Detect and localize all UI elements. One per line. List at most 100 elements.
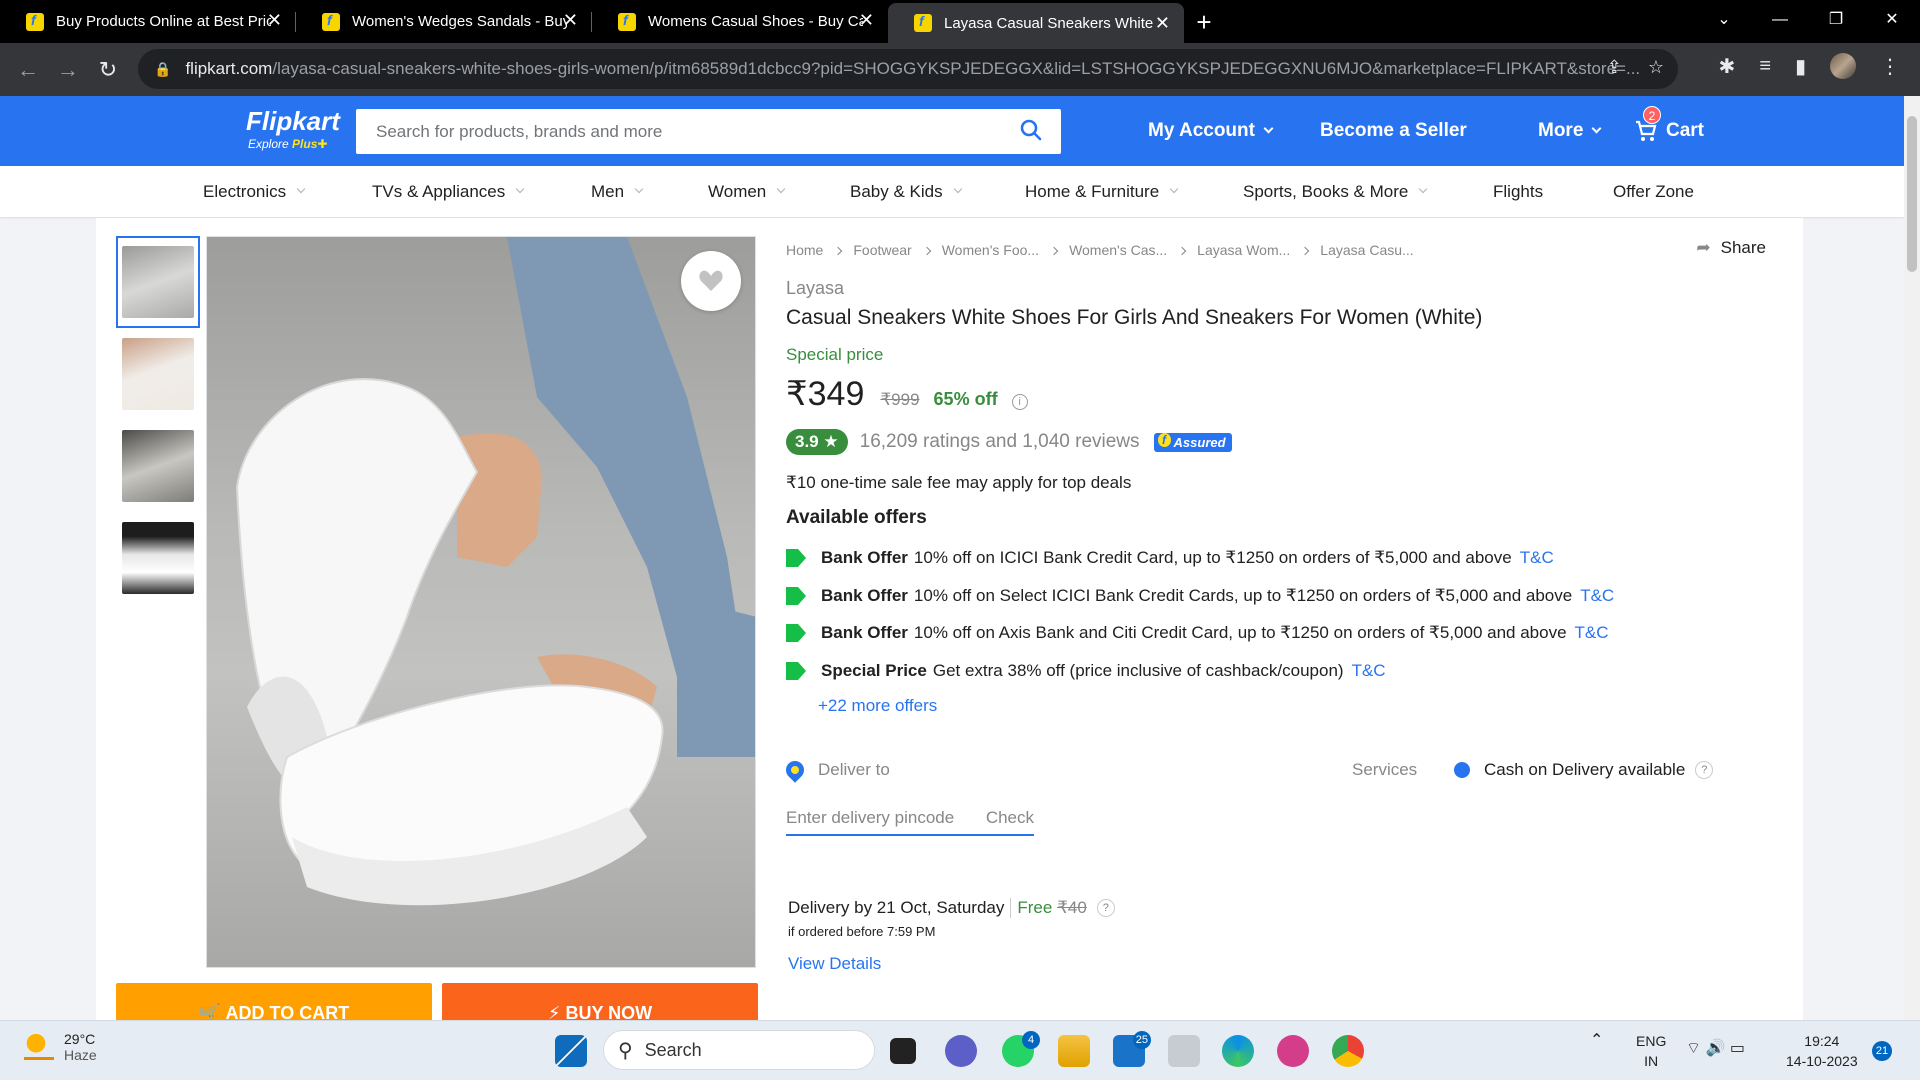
teams-chat-icon[interactable] bbox=[945, 1035, 977, 1067]
help-icon[interactable]: ? bbox=[1096, 899, 1115, 917]
breadcrumb-item[interactable]: Home bbox=[786, 242, 823, 258]
view-details-link[interactable]: View Details bbox=[788, 954, 881, 974]
become-seller-link[interactable]: Become a Seller bbox=[1320, 96, 1467, 166]
category-women[interactable]: Women bbox=[708, 166, 786, 217]
my-account-menu[interactable]: My Account bbox=[1148, 96, 1274, 166]
category-flights[interactable]: Flights bbox=[1493, 166, 1543, 217]
chevron-down-icon bbox=[516, 184, 525, 194]
notification-badge[interactable]: 21 bbox=[1872, 1041, 1892, 1061]
star-icon: ★ bbox=[823, 432, 839, 451]
category-men[interactable]: Men bbox=[591, 166, 644, 217]
forward-icon[interactable]: → bbox=[48, 57, 88, 83]
share-button[interactable]: ➦ Share bbox=[1696, 238, 1766, 258]
notepad-icon[interactable] bbox=[1168, 1035, 1200, 1067]
more-offers-link[interactable]: +22 more offers bbox=[818, 696, 937, 716]
close-window-icon[interactable]: ✕ bbox=[1864, 0, 1920, 40]
category-offer-zone[interactable]: Offer Zone bbox=[1613, 166, 1694, 217]
edge-icon[interactable] bbox=[1222, 1035, 1254, 1067]
browser-menu-icon[interactable]: ⋮ bbox=[1880, 54, 1900, 79]
category-sports-books[interactable]: Sports, Books & More bbox=[1243, 166, 1428, 217]
special-price-label: Special price bbox=[786, 345, 884, 364]
category-baby-kids[interactable]: Baby & Kids bbox=[850, 166, 962, 217]
category-nav: Electronics TVs & Appliances Men Women B… bbox=[0, 166, 1904, 217]
product-main-image[interactable] bbox=[206, 236, 756, 968]
restore-icon[interactable]: ❐ bbox=[1808, 0, 1864, 40]
bookmark-star-icon[interactable]: ☆ bbox=[1648, 57, 1664, 78]
minimize-icon[interactable]: — bbox=[1752, 0, 1808, 40]
lock-icon[interactable]: 🔒 bbox=[154, 61, 171, 78]
wifi-icon[interactable]: ⌔ 🔊 ▭ bbox=[1686, 1039, 1745, 1059]
search-icon[interactable] bbox=[1019, 118, 1043, 142]
add-to-cart-button[interactable]: 🛒 ADD TO CART bbox=[116, 983, 432, 1023]
breadcrumb-item[interactable]: Layasa Wom... bbox=[1197, 242, 1290, 258]
close-tab-icon[interactable]: ✕ bbox=[859, 10, 874, 31]
close-tab-icon[interactable]: ✕ bbox=[563, 10, 578, 31]
show-hidden-icons[interactable]: ⌃ bbox=[1590, 1031, 1603, 1051]
more-menu[interactable]: More bbox=[1538, 96, 1602, 166]
browser-tab[interactable]: Buy Products Online at Best Price✕ bbox=[0, 0, 296, 43]
weather-widget[interactable]: 29°C Haze bbox=[24, 1031, 97, 1063]
flipkart-logo[interactable]: Flipkart Explore Plus✚ bbox=[246, 106, 340, 151]
flipkart-favicon-icon bbox=[618, 12, 636, 31]
scrollbar-thumb[interactable] bbox=[1907, 116, 1917, 272]
clock[interactable]: 19:24 14-10-2023 bbox=[1786, 1031, 1858, 1071]
terms-link[interactable]: T&C bbox=[1520, 548, 1554, 568]
chevron-down-icon bbox=[953, 184, 962, 194]
search-icon: ⚲ bbox=[618, 1039, 633, 1062]
thumbnail-image[interactable] bbox=[116, 420, 200, 512]
breadcrumb-item[interactable]: Women's Foo... bbox=[942, 242, 1039, 258]
new-tab-button[interactable]: + bbox=[1184, 2, 1224, 42]
thumbnail-image[interactable] bbox=[116, 328, 200, 420]
taskbar-search[interactable]: ⚲ Search bbox=[603, 1030, 875, 1070]
check-pincode-button[interactable]: Check bbox=[986, 808, 1034, 828]
wps-office-icon[interactable] bbox=[1277, 1035, 1309, 1067]
media-control-icon[interactable]: ≡ bbox=[1759, 55, 1771, 78]
browser-tab[interactable]: Womens Casual Shoes - Buy Casual✕ bbox=[592, 0, 888, 43]
reload-icon[interactable]: ↻ bbox=[88, 57, 128, 83]
pincode-input[interactable]: Enter delivery pincode Check bbox=[786, 808, 1034, 836]
file-explorer-icon[interactable] bbox=[1058, 1035, 1090, 1067]
terms-link[interactable]: T&C bbox=[1352, 661, 1386, 681]
close-tab-icon[interactable]: ✕ bbox=[267, 10, 282, 31]
info-icon[interactable]: i bbox=[1011, 394, 1028, 410]
discount-label: 65% off bbox=[933, 389, 998, 409]
address-bar[interactable]: 🔒 flipkart.com/layasa-casual-sneakers-wh… bbox=[138, 49, 1678, 89]
task-view-icon[interactable] bbox=[890, 1038, 916, 1064]
chrome-icon[interactable] bbox=[1332, 1035, 1364, 1067]
offer-item: Bank Offer 10% off on Select ICICI Bank C… bbox=[786, 586, 1614, 606]
ratings-reviews-count[interactable]: 16,209 ratings and 1,040 reviews bbox=[860, 431, 1140, 453]
wishlist-heart-button[interactable] bbox=[681, 251, 741, 311]
browser-tab[interactable]: Women's Wedges Sandals - Buy✕ bbox=[296, 0, 592, 43]
whatsapp-icon[interactable]: 4 bbox=[1002, 1031, 1040, 1067]
windows-start-icon[interactable] bbox=[555, 1035, 587, 1067]
category-electronics[interactable]: Electronics bbox=[203, 166, 306, 217]
mail-icon[interactable]: 25 bbox=[1113, 1031, 1151, 1067]
category-tvs-appliances[interactable]: TVs & Appliances bbox=[372, 166, 525, 217]
tab-search-icon[interactable]: ⌄ bbox=[1696, 0, 1752, 40]
help-icon[interactable]: ? bbox=[1695, 761, 1714, 779]
side-panel-icon[interactable]: ▮ bbox=[1795, 54, 1806, 79]
language-indicator[interactable]: ENG IN bbox=[1636, 1031, 1666, 1071]
back-icon[interactable]: ← bbox=[8, 57, 48, 83]
search-input[interactable]: Search for products, brands and more bbox=[356, 109, 1061, 154]
cart-link[interactable]: Cart bbox=[1634, 96, 1704, 166]
thumbnail-image[interactable] bbox=[116, 236, 200, 328]
breadcrumb-item[interactable]: Women's Cas... bbox=[1069, 242, 1167, 258]
profile-avatar[interactable] bbox=[1830, 53, 1856, 79]
browser-tab-active[interactable]: Layasa Casual Sneakers White Shoes✕ bbox=[888, 3, 1184, 43]
windows-taskbar: 29°C Haze ⚲ Search 4 25 ⌃ ENG IN ⌔ 🔊 ▭ 19:2… bbox=[0, 1020, 1920, 1080]
flipkart-favicon-icon bbox=[914, 13, 932, 32]
product-brand[interactable]: Layasa bbox=[786, 278, 844, 299]
close-tab-icon[interactable]: ✕ bbox=[1155, 13, 1170, 34]
extensions-icon[interactable]: ✱ bbox=[1719, 54, 1736, 79]
share-page-icon[interactable]: ⇪ bbox=[1607, 57, 1622, 78]
terms-link[interactable]: T&C bbox=[1575, 623, 1609, 643]
page-scrollbar[interactable] bbox=[1904, 96, 1920, 1020]
thumbnail-image[interactable] bbox=[116, 512, 200, 604]
breadcrumb-item[interactable]: Footwear bbox=[853, 242, 911, 258]
breadcrumb-item[interactable]: Layasa Casu... bbox=[1320, 242, 1413, 258]
category-home-furniture[interactable]: Home & Furniture bbox=[1025, 166, 1179, 217]
rating-badge[interactable]: 3.9 ★ bbox=[786, 429, 848, 455]
terms-link[interactable]: T&C bbox=[1580, 586, 1614, 606]
buy-now-button[interactable]: ⚡ BUY NOW bbox=[442, 983, 758, 1023]
